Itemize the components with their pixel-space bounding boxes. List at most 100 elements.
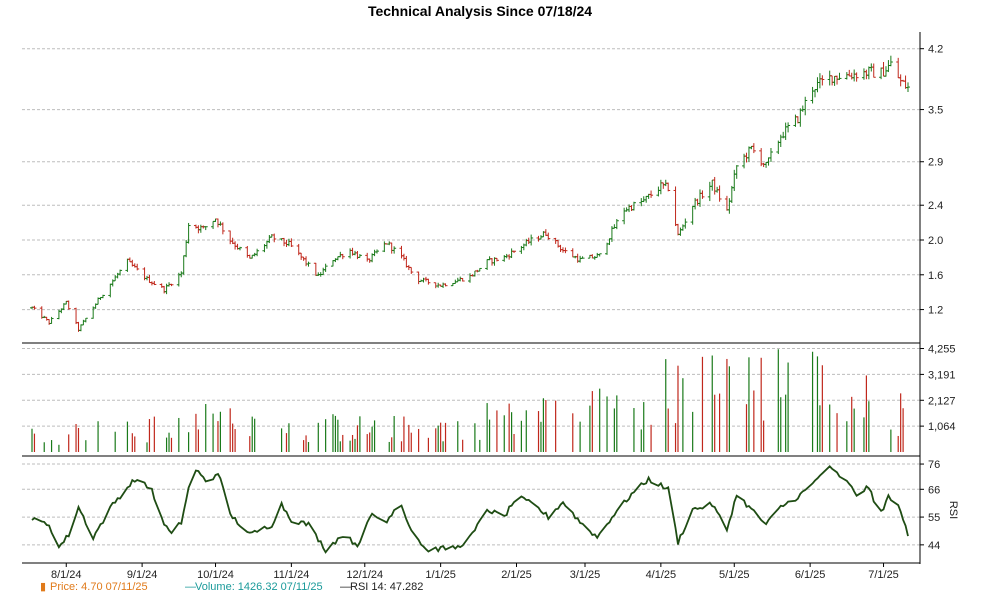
price-bar [861,68,866,80]
price-tick-label: 2.4 [928,200,943,212]
price-bar [472,270,477,277]
price-bar [193,224,198,229]
chart-container: Technical Analysis Since 07/18/24 1.2 1.6… [0,0,1000,600]
price-bar [580,256,585,259]
price-bar [546,232,551,240]
price-bar [761,162,766,168]
price-bar [487,256,492,261]
price-bar [509,248,514,259]
x-tick-label: 2/1/25 [501,569,532,581]
price-bar [717,185,722,202]
x-tick-label: 3/1/25 [570,569,601,581]
price-bar [622,207,627,225]
price-bar [666,182,671,192]
price-bar [272,233,277,243]
price-bar [644,195,649,203]
price-bar [100,294,105,299]
volume-tick-label: 3,191 [928,369,956,381]
price-bar [409,266,414,274]
price-bar [389,242,394,254]
price-bar [673,186,678,227]
price-bar [44,316,49,321]
price-bar [127,257,132,263]
price-bar [595,252,600,258]
x-tick-label: 5/1/25 [719,569,750,581]
price-bar [656,186,661,197]
price-bar [683,218,688,229]
price-bar [284,239,289,248]
price-bar [49,316,54,324]
x-tick-label: 9/1/24 [127,569,158,581]
price-bar [399,245,404,259]
price-bar [135,263,140,271]
price-bar [712,176,717,195]
legend-marker: ▮ [40,581,46,593]
price-bar [485,259,490,270]
price-bar [727,198,732,214]
price-bar [169,283,174,287]
price-tick-label: 2.0 [928,235,943,247]
price-bar [649,190,654,198]
price-bar [707,181,712,202]
price-bar [849,72,854,80]
x-tick-label: 8/1/24 [51,569,82,581]
price-bar [847,69,852,77]
x-tick-label: 1/1/25 [425,569,456,581]
chart-title: Technical Analysis Since 07/18/24 [368,3,592,19]
price-bar [255,248,260,257]
price-bar [237,246,242,251]
price-tick-label: 1.2 [928,305,943,317]
price-bar [233,241,238,250]
price-tick-label: 2.9 [928,157,943,169]
price-bar [490,258,495,266]
price-bar [203,226,208,231]
price-bar [443,283,448,287]
price-bar [778,134,783,147]
price-bar [215,218,220,228]
price-bar [827,70,832,86]
rsi-line-layer [31,465,909,554]
price-bar [605,242,610,255]
legend-label: Volume: 1426.32 07/11/25 [195,581,323,593]
price-bar [458,276,463,282]
price-bar [401,253,406,261]
volume-tick-label: 2,127 [928,395,956,407]
price-bar [299,252,304,260]
price-bar [759,148,764,167]
volume-tick-label: 4,255 [928,344,956,356]
price-bar [724,195,729,211]
price-bar [786,122,791,133]
price-bar [47,319,52,325]
price-bar [864,69,869,80]
price-bar [145,275,150,281]
x-tick-label: 11/1/24 [273,569,309,581]
legend-item: — Volume: 1426.32 07/11/25 [185,581,323,593]
price-bar [800,105,805,112]
price-bar [896,57,901,79]
price-bar [903,75,908,89]
price-bar [382,241,387,253]
technical-analysis-chart: Technical Analysis Since 07/18/24 1.2 1.6… [22,3,959,593]
price-bar [700,190,705,199]
legend-item: — RSI 14: 47.282 [340,581,423,593]
price-bar [348,248,353,259]
price-bar [641,196,646,203]
legend: ▮ Price: 4.70 07/11/25 — Volume: 1426.32 07… [40,581,423,593]
price-bar [866,66,871,80]
price-bar [751,143,756,154]
price-bar [844,72,849,80]
price-bar [118,269,123,276]
price-bar [820,75,825,86]
price-bar [798,108,803,127]
x-tick-label: 7/1/25 [868,569,899,581]
axes-layer: 1.2 1.6 2.0 2.4 2.9 3.5 4.2 1,064 2,127 3,191 4,25… [22,32,959,581]
price-bar [837,72,842,80]
x-tick-label: 10/1/24 [197,569,234,581]
x-tick-label: 6/1/25 [795,569,826,581]
price-bar [854,72,859,82]
price-bar [783,122,788,140]
price-bar [607,238,612,246]
rsi-line [31,465,909,554]
price-bar [404,255,409,268]
price-bars [30,55,910,332]
